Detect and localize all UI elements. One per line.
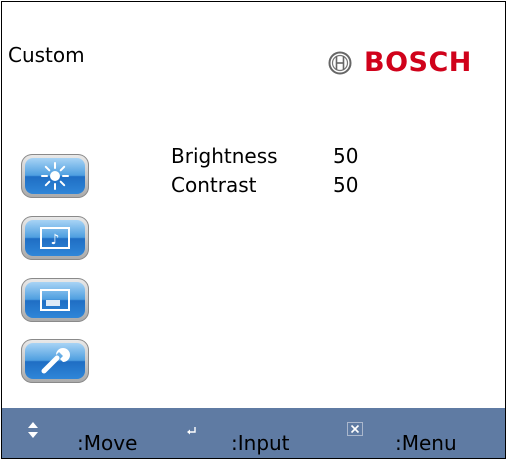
settings-list: Brightness 50 Contrast 50	[171, 142, 358, 200]
help-bar: :Move :Input :Menu	[2, 408, 505, 458]
display-icon	[40, 289, 70, 311]
setting-row-contrast[interactable]: Contrast 50	[171, 171, 358, 200]
wrench-icon	[41, 348, 70, 374]
brand-name: BOSCH	[364, 47, 472, 78]
osd-window: Custom BOSCH ♪ Brightness 50 Contrast 50…	[1, 1, 506, 459]
setting-label: Contrast	[171, 173, 257, 197]
close-icon	[347, 422, 363, 436]
audio-menu-button[interactable]: ♪	[21, 216, 89, 260]
up-down-arrows-icon	[28, 422, 38, 438]
setting-row-brightness[interactable]: Brightness 50	[171, 142, 358, 171]
audio-icon: ♪	[40, 227, 70, 249]
menu-title: Custom	[8, 43, 85, 67]
enter-icon	[187, 427, 196, 435]
input-hint: :Input	[231, 431, 290, 455]
display-menu-button[interactable]	[21, 278, 89, 322]
brightness-menu-button[interactable]	[21, 154, 89, 198]
setting-value: 50	[333, 173, 359, 197]
brightness-icon	[41, 162, 69, 190]
bosch-logo: BOSCH	[328, 45, 472, 81]
setting-label: Brightness	[171, 144, 278, 168]
menu-hint: :Menu	[395, 431, 457, 455]
setting-value: 50	[333, 144, 359, 168]
settings-menu-button[interactable]	[21, 339, 89, 383]
move-hint: :Move	[77, 431, 138, 455]
bosch-armature-icon	[328, 51, 352, 75]
svg-text:♪: ♪	[51, 232, 60, 248]
